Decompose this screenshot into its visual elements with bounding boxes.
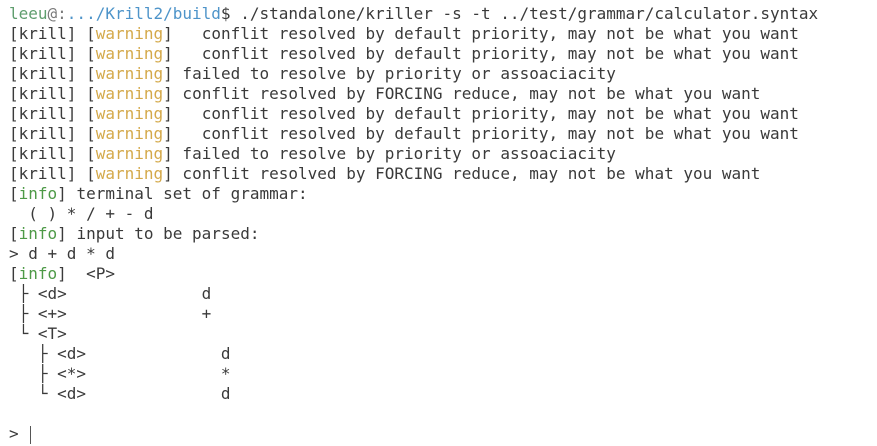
warning-message: conflit resolved by default priority, ma…: [172, 44, 799, 63]
parse-tree-root: <P>: [66, 264, 115, 283]
parse-tree-node: ├ <*> *: [9, 364, 231, 383]
warning-message: conflit resolved by FORCING reduce, may …: [172, 84, 761, 103]
warning-tag: warning: [95, 144, 164, 163]
info-tag: info: [18, 224, 58, 243]
parse-tree-node: ├ <d> d: [9, 344, 231, 363]
krill-tag: [krill]: [9, 104, 77, 123]
prompt-path: .../Krill2/build: [66, 4, 221, 23]
warning-message: conflit resolved by default priority, ma…: [172, 124, 799, 143]
warning-message: failed to resolve by priority or assoaci…: [172, 64, 616, 83]
warning-line: [krill] [warning] conflit resolved by de…: [9, 124, 799, 143]
krill-tag: [krill]: [9, 164, 77, 183]
warning-line: [krill] [warning] conflit resolved by de…: [9, 24, 799, 43]
warning-line: [krill] [warning] failed to resolve by p…: [9, 64, 616, 83]
warning-tag: warning: [95, 84, 164, 103]
warning-message: conflit resolved by default priority, ma…: [172, 24, 799, 43]
info-tag: info: [18, 264, 58, 283]
krill-tag: [krill]: [9, 64, 77, 83]
prompt-dollar: $: [220, 4, 231, 23]
info-tag: info: [18, 184, 58, 203]
warning-tag: warning: [95, 24, 164, 43]
info-line: [info] <P>: [9, 264, 115, 283]
info-message: terminal set of grammar:: [66, 184, 308, 203]
warning-line: [krill] [warning] conflit resolved by FO…: [9, 164, 761, 183]
parse-tree-node: └ <T>: [9, 324, 67, 343]
prompt-user: leeu: [9, 4, 48, 23]
info-message: input to be parsed:: [66, 224, 260, 243]
warning-tag: warning: [95, 164, 164, 183]
krill-tag: [krill]: [9, 144, 77, 163]
krill-tag: [krill]: [9, 44, 77, 63]
warning-message: conflit resolved by FORCING reduce, may …: [172, 164, 761, 183]
krill-tag: [krill]: [9, 24, 77, 43]
warning-message: failed to resolve by priority or assoaci…: [172, 144, 616, 163]
terminal-set-line: ( ) * / + - d: [9, 204, 154, 223]
input-line: > d + d * d: [9, 244, 115, 263]
warning-message: conflit resolved by default priority, ma…: [172, 104, 799, 123]
warning-line: [krill] [warning] failed to resolve by p…: [9, 144, 616, 163]
warning-line: [krill] [warning] conflit resolved by de…: [9, 104, 799, 123]
prompt-at: @:: [47, 4, 67, 23]
terminal-window: leeu@:.../Krill2/build$ ./standalone/kri…: [0, 0, 877, 446]
krill-tag: [krill]: [9, 84, 77, 103]
warning-tag: warning: [95, 104, 164, 123]
warning-line: [krill] [warning] conflit resolved by FO…: [9, 84, 761, 103]
parse-tree-node: ├ <+> +: [9, 304, 212, 323]
input-prompt: >: [9, 424, 29, 443]
warning-tag: warning: [95, 64, 164, 83]
info-line: [info] input to be parsed:: [9, 224, 260, 243]
text-cursor[interactable]: [30, 425, 32, 444]
info-line: [info] terminal set of grammar:: [9, 184, 308, 203]
warning-tag: warning: [95, 124, 164, 143]
parse-tree-node: └ <d> d: [9, 384, 231, 403]
parse-tree-node: ├ <d> d: [9, 284, 212, 303]
warning-line: [krill] [warning] conflit resolved by de…: [9, 44, 799, 63]
warning-tag: warning: [95, 44, 164, 63]
krill-tag: [krill]: [9, 124, 77, 143]
prompt-command: ./standalone/kriller -s -t ../test/gramm…: [230, 4, 819, 23]
prompt-line: leeu@:.../Krill2/build$ ./standalone/kri…: [9, 4, 877, 24]
input-prompt-line[interactable]: >: [9, 424, 877, 444]
